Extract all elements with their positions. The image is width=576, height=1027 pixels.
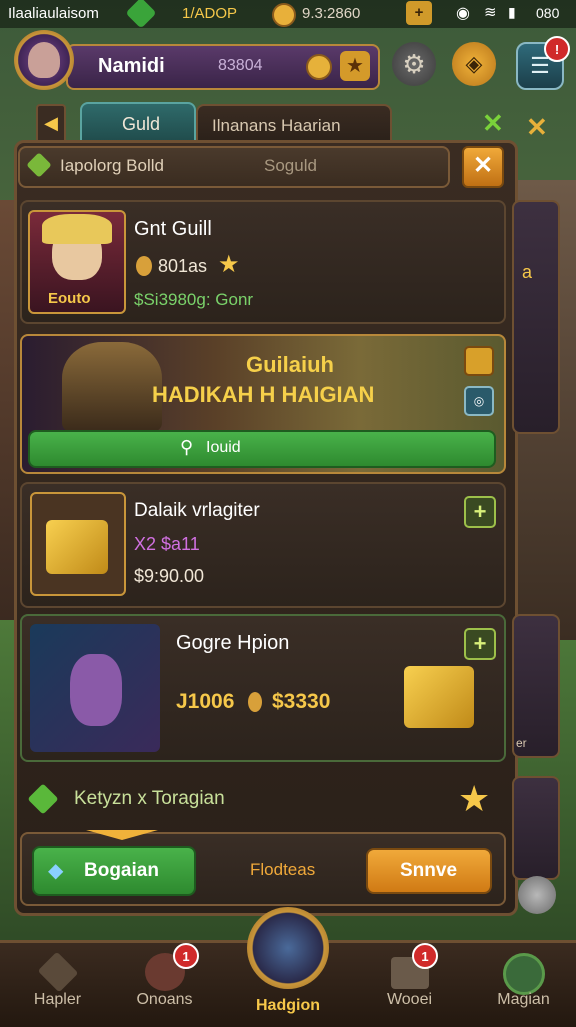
side-card-2[interactable]: er	[512, 614, 560, 758]
guild-portrait: Eouto	[28, 210, 126, 314]
side-card-1-label: a	[522, 262, 533, 282]
gamepad-icon[interactable]: ◎	[464, 386, 494, 416]
status-time: 080	[536, 5, 560, 21]
reward-row[interactable]: Ketyzn x Toragian ★	[20, 776, 502, 822]
nav-label-0: Hapler	[33, 991, 82, 1008]
star-icon[interactable]: ★	[458, 778, 490, 820]
add-coins-button[interactable]: +	[406, 1, 432, 25]
gold-bars-icon	[404, 666, 474, 728]
notification-badge: !	[544, 36, 570, 62]
side-card-3[interactable]	[512, 776, 560, 880]
search-label: Iapolorg Bolld	[60, 156, 164, 175]
side-card-1[interactable]: a	[512, 200, 560, 434]
offer2-hero-art	[30, 624, 160, 752]
nav-item-4[interactable]: Magian	[466, 943, 576, 1027]
gem-icon	[125, 0, 157, 29]
search-input[interactable]: Soguld	[264, 156, 317, 176]
close-icon[interactable]: ✕	[526, 112, 548, 143]
gem-icon: ◆	[48, 860, 64, 882]
portrait-label: Eouto	[48, 290, 91, 307]
offer1-image	[30, 492, 126, 596]
offer-card-1[interactable]: Dalaik vrlagiter X2 $a11 $9:90.00 +	[20, 482, 506, 608]
shield-icon[interactable]: ◈	[452, 42, 496, 86]
back-button[interactable]: ◀	[36, 104, 66, 144]
guild-stat: $Si3980g: Gonr	[134, 290, 254, 309]
guild-banner[interactable]: Guilaiuh HADIKAH H HAIGIAN ◎ ⚲ Iouid	[20, 334, 506, 474]
signal-icon: ▮	[508, 4, 516, 20]
action-row: ◆ Bogaian Flodteas Snnve	[20, 830, 506, 906]
banner-line2: HADIKAH H HAIGIAN	[152, 382, 375, 407]
coin-icon	[272, 3, 296, 27]
nav-item-1[interactable]: 1 Onoans	[107, 943, 222, 1027]
nav-label-3: Wooei	[386, 991, 433, 1008]
player-avatar[interactable]	[14, 30, 74, 90]
left-action-label: Bogaian	[84, 860, 159, 881]
status-coins-value: 9.3:2860	[302, 5, 361, 22]
portrait-hair	[42, 214, 112, 244]
hero-icon	[247, 907, 329, 989]
offer1-add-button[interactable]: +	[464, 496, 496, 528]
gem-icon	[27, 783, 59, 815]
favorite-button[interactable]: ★	[340, 51, 370, 81]
action-middle-text: Flodteas	[250, 860, 316, 879]
gem-icon	[248, 692, 262, 712]
chest-icon	[37, 951, 78, 993]
reward-label: Ketyzn x Toragian	[74, 788, 225, 809]
banner-line1: Guilaiuh	[246, 352, 334, 377]
offer1-price: $9:90.00	[134, 566, 205, 586]
gear-icon[interactable]	[518, 876, 556, 914]
tab-guild-label: Guld	[122, 114, 161, 134]
status-center-value: 1/ADOP	[182, 5, 238, 22]
nav-item-2[interactable]: Hadgion	[230, 907, 346, 1027]
gear-icon[interactable]: ⚙	[392, 42, 436, 86]
confirm-icon[interactable]: ✕	[482, 108, 504, 139]
offer2-value-left: J1006	[176, 690, 235, 713]
offer2-title: Gogre Hpion	[176, 632, 290, 654]
guild-title: Gnt Guill	[134, 218, 212, 240]
offer1-title: Dalaik vrlagiter	[134, 500, 260, 521]
nav-label-4: Magian	[497, 991, 550, 1008]
eye-icon: ◉	[456, 5, 470, 22]
player-name-bar[interactable]: Namidi 83804 ★	[66, 44, 380, 90]
banner-button-label: Iouid	[206, 439, 241, 456]
offer1-sub: X2 $a11	[134, 534, 200, 554]
coin-icon	[136, 256, 152, 276]
avatar-face	[28, 42, 60, 78]
nav-label-1: Onoans	[136, 991, 193, 1008]
tab-other-label: Ilnanans Haarian	[212, 116, 341, 135]
right-action-button[interactable]: Snnve	[366, 848, 492, 894]
nav-badge-3: 1	[412, 943, 438, 969]
close-search-button[interactable]: ✕	[462, 146, 504, 188]
nav-badge-1: 1	[173, 943, 199, 969]
right-action-label: Snnve	[400, 860, 458, 881]
banner-join-button[interactable]: ⚲ Iouid	[28, 430, 496, 468]
status-bar: Ilaaliaulaisom 1/ADOP 9.3:2860 + ◉ ≋ ▮ 0…	[0, 0, 576, 29]
bottom-nav: Hapler 1 Onoans Hadgion 1 Wooei Magian	[0, 907, 576, 1027]
status-left-text: Ilaaliaulaisom	[8, 5, 99, 22]
player-currency: 83804	[218, 57, 263, 74]
left-action-button[interactable]: ◆ Bogaian	[32, 846, 196, 896]
search-bar[interactable]: Iapolorg Bolld Soguld	[18, 146, 450, 188]
map-icon	[502, 953, 545, 995]
offer2-add-button[interactable]: +	[464, 628, 496, 660]
star-icon: ★	[218, 251, 240, 278]
gem-icon	[26, 152, 52, 178]
wifi-icon: ≋	[484, 4, 497, 21]
coin-icon[interactable]	[464, 346, 494, 376]
gold-bars-icon	[46, 520, 108, 574]
search-icon: ⚲	[180, 437, 194, 457]
banner-hero-art	[62, 342, 162, 432]
nav-item-0[interactable]: Hapler	[0, 943, 115, 1027]
nav-item-3[interactable]: 1 Wooei	[352, 943, 467, 1027]
coin-icon	[306, 54, 332, 80]
guild-level: 801as	[158, 256, 208, 276]
guild-card[interactable]: Eouto Gnt Guill 801as ★ $Si3980g: Gonr	[20, 200, 506, 324]
offer-card-2[interactable]: Gogre Hpion J1006 $3330 +	[20, 614, 506, 762]
side-card-2-label: er	[516, 736, 527, 750]
indicator-arrow	[86, 830, 158, 840]
nav-label-2: Hadgion	[256, 997, 320, 1014]
player-name: Namidi	[98, 55, 165, 77]
offer2-hero-figure	[70, 654, 122, 726]
offer2-value-right: $3330	[272, 690, 331, 713]
